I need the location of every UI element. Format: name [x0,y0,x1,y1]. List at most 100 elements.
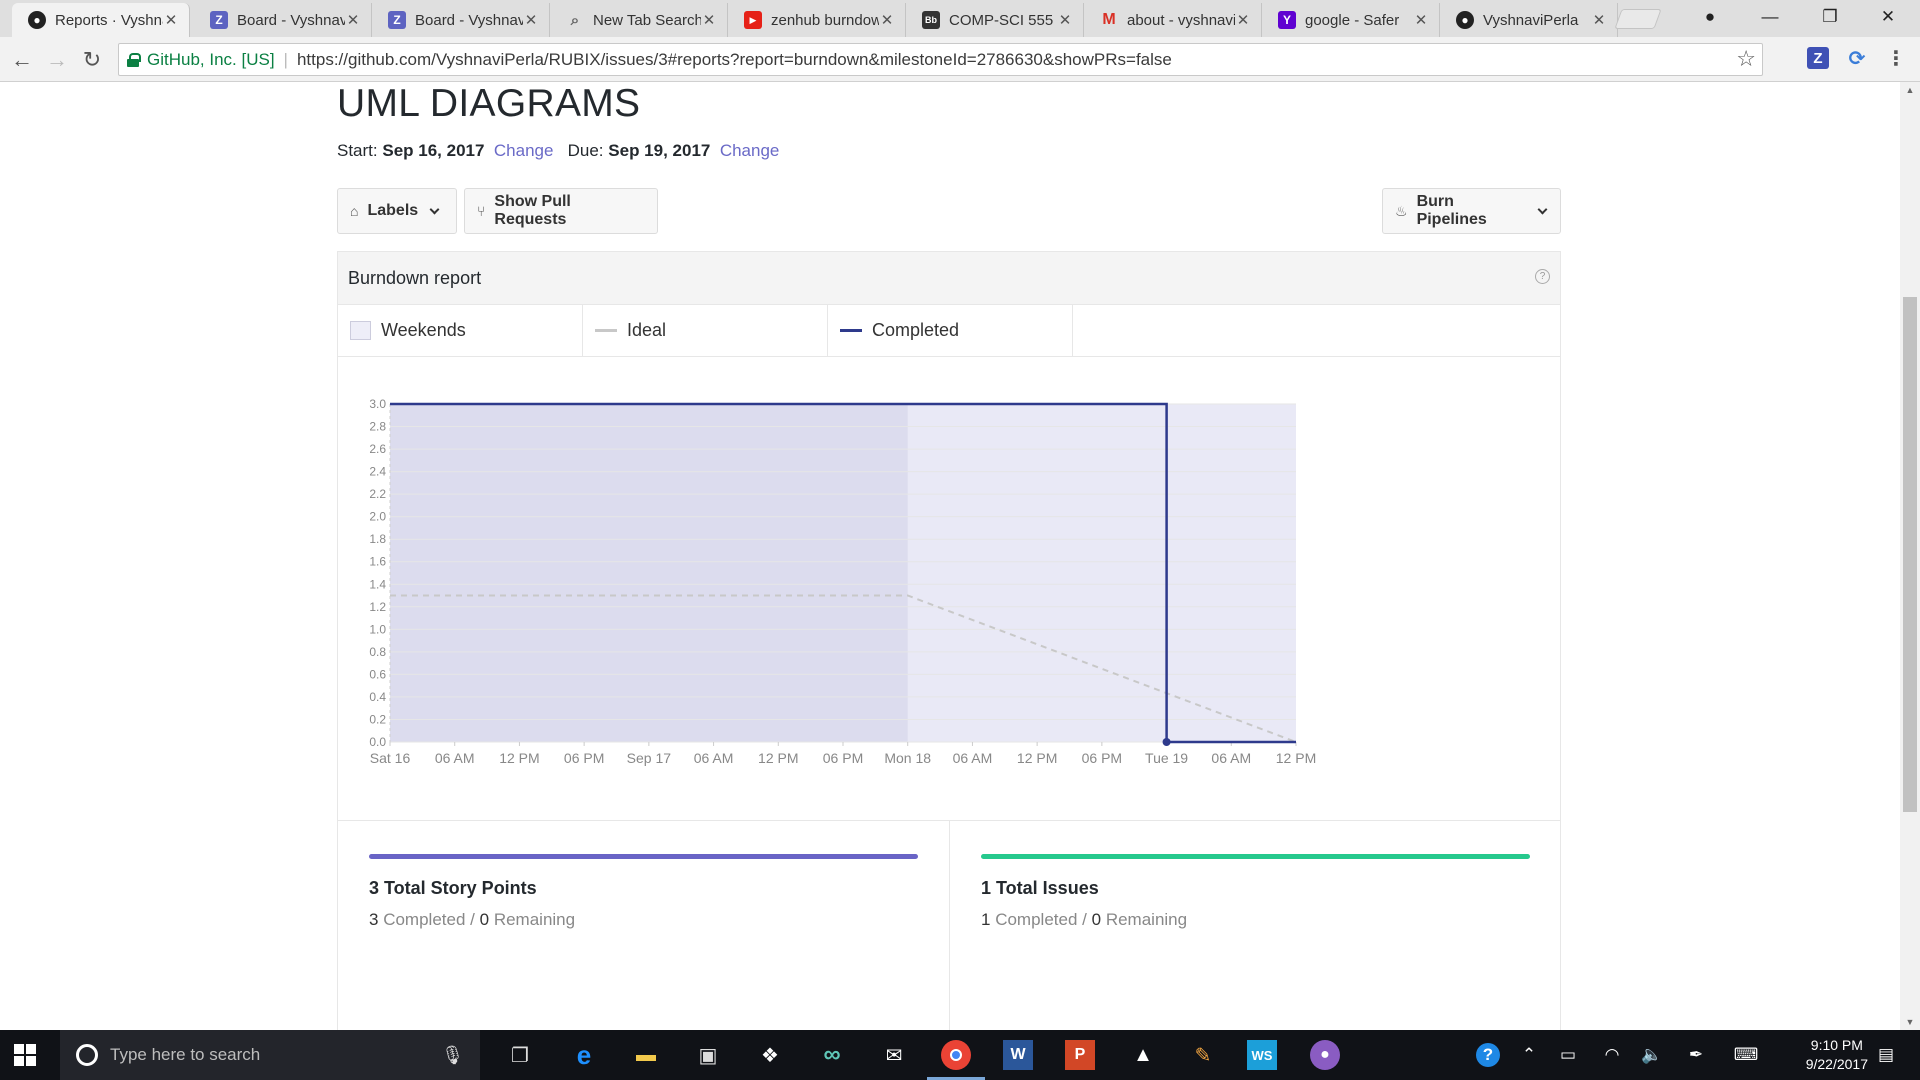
y-tick-label: 2.2 [369,487,386,501]
clock-time: 9:10 PM [1810,1037,1863,1053]
legend-completed[interactable]: Completed [828,305,1073,356]
search-placeholder: Type here to search [110,1045,261,1064]
tab-title: zenhub burndown [771,11,879,29]
lock-icon [127,52,141,67]
page-title: UML DIAGRAMS [337,82,641,125]
chrome-center [950,1049,962,1061]
flame-icon: ♨ [1395,202,1408,219]
y-tick-label: 1.4 [369,577,386,591]
close-icon[interactable]: ✕ [1413,11,1429,29]
close-icon[interactable]: ✕ [523,11,539,29]
mail-icon[interactable]: ✉ [876,1037,912,1073]
forward-icon[interactable]: → [43,46,71,74]
completed-label: Completed [995,910,1078,929]
menu-icon[interactable]: ⋮ [1885,47,1907,70]
url-text[interactable]: https://github.com/VyshnaviPerla/RUBIX/i… [297,50,1172,70]
issues-stat: 1 Total Issues 1 Completed / 0 Remaining [950,821,1562,1030]
paint-icon[interactable]: ✎ [1185,1037,1221,1073]
minimize-icon[interactable]: — [1746,0,1794,34]
github-desktop-icon[interactable]: ● [1310,1040,1340,1070]
restore-icon[interactable]: ❐ [1806,0,1854,34]
clock-date: 9/22/2017 [1805,1056,1868,1072]
help-tray-icon[interactable]: ? [1472,1030,1504,1080]
tab-new-tab-search[interactable]: ⌕ New Tab Search ✕ [550,3,728,37]
volume-icon[interactable]: 🔈 [1638,1030,1666,1080]
photos-icon[interactable]: ▲ [1125,1037,1161,1073]
change-start-link[interactable]: Change [494,141,554,160]
close-icon[interactable]: ✕ [1057,11,1073,29]
youtube-icon: ▶ [744,11,762,29]
close-icon[interactable]: ✕ [345,11,361,29]
remaining-label: Remaining [493,910,576,929]
help-icon[interactable]: ? [1535,269,1550,284]
tab-title: VyshnaviPerla [1483,11,1579,29]
labels-button[interactable]: ⌂ Labels [337,188,457,234]
divider: / [1082,910,1087,929]
zenhub-extension-icon[interactable]: Z [1807,47,1829,69]
store-icon[interactable]: ▣ [690,1037,726,1073]
close-icon[interactable]: ✕ [879,11,895,29]
tab-board-2[interactable]: Z Board - Vyshnavi ✕ [372,3,550,37]
system-clock[interactable]: 9:10 PM 9/22/2017 [1806,1036,1868,1074]
windows-start-icon[interactable] [14,1044,36,1066]
keyboard-icon[interactable]: ⌨ [1728,1030,1764,1080]
tab-vyshnaviperla[interactable]: ● VyshnaviPerla ✕ [1440,3,1618,37]
chevron-down-icon [1537,204,1548,215]
story-points-bar [369,854,918,859]
profile-icon[interactable]: ● [1686,0,1734,34]
powerpoint-icon[interactable]: P [1065,1040,1095,1070]
weekend-band [390,404,908,742]
scroll-up-icon[interactable]: ▲ [1900,82,1920,98]
close-icon[interactable]: ✕ [163,11,179,29]
webstorm-icon[interactable]: WS [1247,1040,1277,1070]
pen-icon[interactable]: ✒ [1682,1030,1710,1080]
close-icon[interactable]: ✕ [1235,11,1251,29]
scroll-down-icon[interactable]: ▼ [1900,1014,1920,1030]
remaining-count: 0 [1091,910,1102,929]
tab-zenhub-burndown[interactable]: ▶ zenhub burndown ✕ [728,3,906,37]
microphone-icon[interactable]: 🎙 [441,1045,464,1066]
show-pull-requests-button[interactable]: ⑂ Show Pull Requests [464,188,658,234]
completed-count: 3 [369,910,379,929]
address-bar[interactable]: GitHub, Inc. [US] | https://github.com/V… [118,43,1763,76]
sync-extension-icon[interactable]: ⟳ [1846,47,1868,70]
scrollbar-thumb[interactable] [1903,297,1917,812]
legend-weekends[interactable]: Weekends [338,305,583,356]
start-label: Start: [337,141,378,160]
legend-ideal[interactable]: Ideal [583,305,828,356]
file-explorer-icon[interactable]: ▬ [628,1037,664,1073]
burn-pipelines-button[interactable]: ♨ Burn Pipelines [1382,188,1561,234]
wifi-icon[interactable]: ◠ [1598,1030,1626,1080]
edge-icon[interactable]: e [566,1037,602,1073]
close-icon[interactable]: ✕ [701,11,717,29]
dropbox-icon[interactable]: ❖ [752,1037,788,1073]
tab-reports[interactable]: ● Reports · Vyshnavi ✕ [12,3,190,37]
close-icon[interactable]: ✕ [1591,11,1607,29]
taskbar-search[interactable]: Type here to search 🎙 [60,1030,480,1080]
notifications-icon[interactable]: ▤ [1868,1030,1904,1080]
back-icon[interactable]: ← [8,46,36,74]
change-due-link[interactable]: Change [720,141,780,160]
infinity-icon[interactable]: ∞ [814,1037,850,1073]
window-close-icon[interactable]: ✕ [1864,0,1912,34]
bookmark-star-icon[interactable]: ☆ [1736,46,1756,72]
divider: / [470,910,475,929]
battery-icon[interactable]: ▭ [1554,1030,1582,1080]
page-scrollbar[interactable]: ▲ ▼ [1900,82,1920,1030]
tab-gmail[interactable]: M about - vyshnavi ✕ [1084,3,1262,37]
chevron-up-icon[interactable]: ⌃ [1516,1030,1542,1080]
task-view-icon[interactable]: ❐ [502,1037,538,1073]
reload-icon[interactable]: ↻ [78,46,106,74]
tab-board-1[interactable]: Z Board - Vyshnavi ✕ [194,3,372,37]
tab-comp-sci[interactable]: Bb COMP-SCI 555 ✕ [906,3,1084,37]
github-icon: ● [28,11,46,29]
story-points-breakdown: 3 Completed / 0 Remaining [369,910,575,930]
report-stats: 3 Total Story Points 3 Completed / 0 Rem… [338,820,1560,1030]
completed-swatch [840,329,862,332]
x-tick-label: 06 PM [564,750,604,766]
new-tab-button[interactable] [1614,9,1662,29]
word-icon[interactable]: W [1003,1040,1033,1070]
chrome-icon[interactable] [941,1040,971,1070]
tab-yahoo[interactable]: Y google - Safer ✕ [1262,3,1440,37]
y-tick-label: 1.0 [369,622,386,636]
